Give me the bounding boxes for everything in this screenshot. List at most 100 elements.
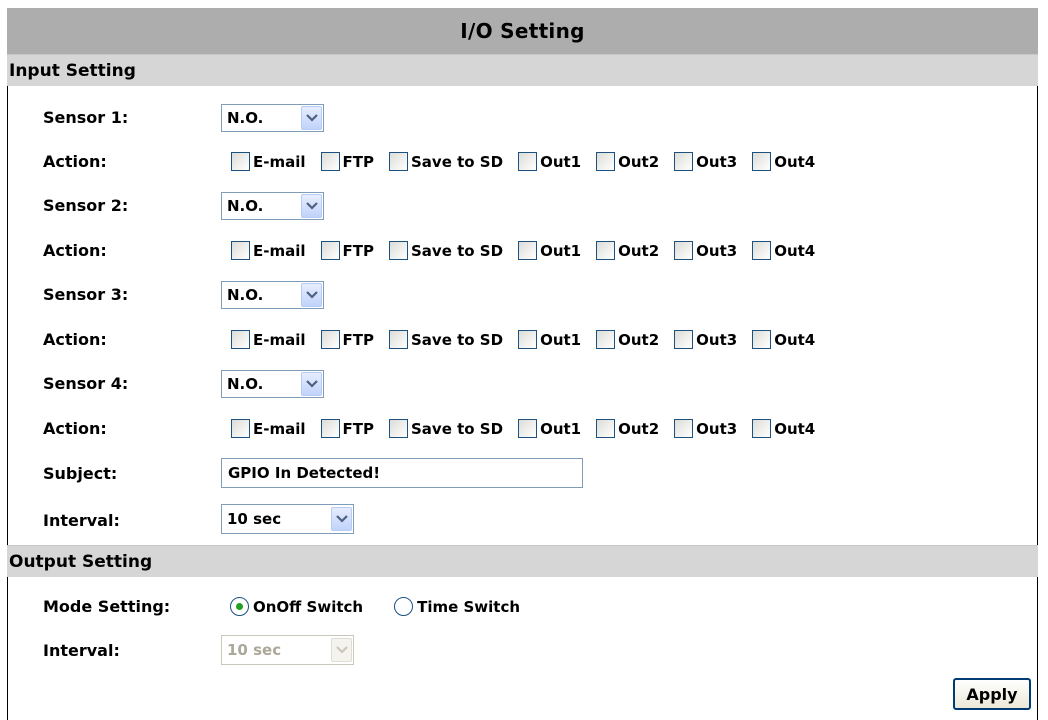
- checkbox[interactable]: [752, 330, 772, 349]
- sensor-2-email-option[interactable]: E-mail: [231, 241, 306, 260]
- sensor-1-label: Sensor 1:: [43, 108, 129, 127]
- sensor-1-mode-value: N.O.: [227, 109, 264, 127]
- sensor-3-out3-option[interactable]: Out3: [674, 330, 737, 349]
- sensor-3-mode-value: N.O.: [227, 286, 264, 304]
- sensor-4-out3-option[interactable]: Out3: [674, 419, 737, 438]
- page-title: I/O Setting: [460, 19, 585, 43]
- option-label: Out3: [696, 152, 738, 171]
- option-label: Out4: [774, 152, 816, 171]
- sensor-2-out1-option[interactable]: Out1: [518, 241, 581, 260]
- checkbox[interactable]: [752, 419, 772, 438]
- checkbox[interactable]: [596, 152, 616, 171]
- checkbox[interactable]: [320, 241, 340, 260]
- checkbox[interactable]: [518, 241, 538, 260]
- sensor-3-mode-select[interactable]: N.O.: [221, 281, 324, 309]
- checkbox[interactable]: [389, 330, 408, 349]
- sensor-1-save-sd-option[interactable]: Save to SD: [389, 152, 503, 171]
- sensor-4-email-option[interactable]: E-mail: [231, 419, 306, 438]
- sensor-1-email-option[interactable]: E-mail: [231, 152, 306, 171]
- option-label: Save to SD: [411, 152, 504, 171]
- sensor-4-out4-option[interactable]: Out4: [752, 419, 815, 438]
- checkbox[interactable]: [518, 419, 538, 438]
- sensor-3-out1-option[interactable]: Out1: [518, 330, 581, 349]
- checkbox[interactable]: [389, 419, 408, 438]
- sensor-1-action-row: Action: E-mail FTP Save to SD Out1 Out2 …: [0, 145, 1048, 179]
- time-switch-option[interactable]: Time Switch: [394, 597, 520, 616]
- checkbox[interactable]: [231, 419, 250, 438]
- option-label: E-mail: [253, 152, 306, 171]
- sensor-2-save-sd-option[interactable]: Save to SD: [389, 241, 503, 260]
- onoff-switch-option[interactable]: OnOff Switch: [230, 597, 363, 616]
- checkbox[interactable]: [752, 152, 772, 171]
- option-label: FTP: [342, 419, 374, 438]
- option-label: FTP: [342, 152, 374, 171]
- sensor-2-action-row: Action: E-mail FTP Save to SD Out1 Out2 …: [0, 234, 1048, 268]
- sensor-4-out2-option[interactable]: Out2: [596, 419, 659, 438]
- sensor-2-out4-option[interactable]: Out4: [752, 241, 815, 260]
- sensor-1-mode-select[interactable]: N.O.: [221, 104, 324, 132]
- sensor-4-label: Sensor 4:: [43, 374, 129, 393]
- option-label: E-mail: [253, 330, 306, 349]
- sensor-3-email-option[interactable]: E-mail: [231, 330, 306, 349]
- checkbox[interactable]: [674, 241, 694, 260]
- sensor-4-mode-select[interactable]: N.O.: [221, 370, 324, 398]
- chevron-down-icon: [331, 638, 352, 662]
- option-label: Out1: [540, 419, 582, 438]
- sensor-4-save-sd-option[interactable]: Save to SD: [389, 419, 503, 438]
- input-interval-select[interactable]: 10 sec: [221, 504, 354, 534]
- sensor-3-actions: E-mail FTP Save to SD Out1 Out2 Out3 Out…: [231, 330, 815, 349]
- sensor-1-out1-option[interactable]: Out1: [518, 152, 581, 171]
- checkbox[interactable]: [674, 419, 694, 438]
- sensor-1-out3-option[interactable]: Out3: [674, 152, 737, 171]
- checkbox[interactable]: [231, 152, 250, 171]
- checkbox[interactable]: [320, 419, 340, 438]
- checkbox[interactable]: [596, 419, 616, 438]
- sensor-2-out2-option[interactable]: Out2: [596, 241, 659, 260]
- checkbox[interactable]: [596, 330, 616, 349]
- sensor-3-save-sd-option[interactable]: Save to SD: [389, 330, 503, 349]
- input-interval-row: Interval: 10 sec: [0, 500, 1048, 534]
- page-title-bar: I/O Setting: [7, 8, 1038, 54]
- sensor-1-actions: E-mail FTP Save to SD Out1 Out2 Out3 Out…: [231, 152, 815, 171]
- checkbox[interactable]: [518, 152, 538, 171]
- checkbox[interactable]: [231, 241, 250, 260]
- sensor-4-ftp-option[interactable]: FTP: [320, 419, 374, 438]
- output-interval-value: 10 sec: [227, 641, 282, 659]
- subject-input[interactable]: [221, 458, 583, 488]
- radio-unselected[interactable]: [394, 597, 414, 616]
- sensor-2-label: Sensor 2:: [43, 196, 129, 215]
- sensor-3-action-row: Action: E-mail FTP Save to SD Out1 Out2 …: [0, 323, 1048, 357]
- sensor-3-ftp-option[interactable]: FTP: [320, 330, 374, 349]
- sensor-4-out1-option[interactable]: Out1: [518, 419, 581, 438]
- checkbox[interactable]: [389, 241, 408, 260]
- checkbox[interactable]: [674, 330, 694, 349]
- checkbox[interactable]: [752, 241, 772, 260]
- checkbox[interactable]: [320, 152, 340, 171]
- option-label: Out2: [618, 241, 660, 260]
- sensor-1-out2-option[interactable]: Out2: [596, 152, 659, 171]
- checkbox[interactable]: [389, 152, 408, 171]
- checkbox[interactable]: [674, 152, 694, 171]
- sensor-2-row: Sensor 2: N.O.: [0, 189, 1048, 223]
- sensor-3-out2-option[interactable]: Out2: [596, 330, 659, 349]
- output-setting-title: Output Setting: [9, 551, 153, 572]
- sensor-3-out4-option[interactable]: Out4: [752, 330, 815, 349]
- option-label: Time Switch: [417, 597, 521, 616]
- sensor-2-mode-select[interactable]: N.O.: [221, 192, 324, 220]
- input-interval-label: Interval:: [43, 511, 120, 530]
- sensor-2-out3-option[interactable]: Out3: [674, 241, 737, 260]
- checkbox[interactable]: [596, 241, 616, 260]
- subject-label: Subject:: [43, 464, 118, 483]
- sensor-1-out4-option[interactable]: Out4: [752, 152, 815, 171]
- radio-selected[interactable]: [230, 597, 249, 616]
- checkbox[interactable]: [518, 330, 538, 349]
- sensor-2-ftp-option[interactable]: FTP: [320, 241, 374, 260]
- sensor-1-ftp-option[interactable]: FTP: [320, 152, 374, 171]
- apply-button[interactable]: Apply: [953, 678, 1031, 710]
- chevron-down-icon: [331, 507, 352, 531]
- checkbox[interactable]: [320, 330, 340, 349]
- option-label: Save to SD: [411, 241, 504, 260]
- option-label: FTP: [342, 241, 374, 260]
- sensor-3-label: Sensor 3:: [43, 285, 129, 304]
- checkbox[interactable]: [231, 330, 250, 349]
